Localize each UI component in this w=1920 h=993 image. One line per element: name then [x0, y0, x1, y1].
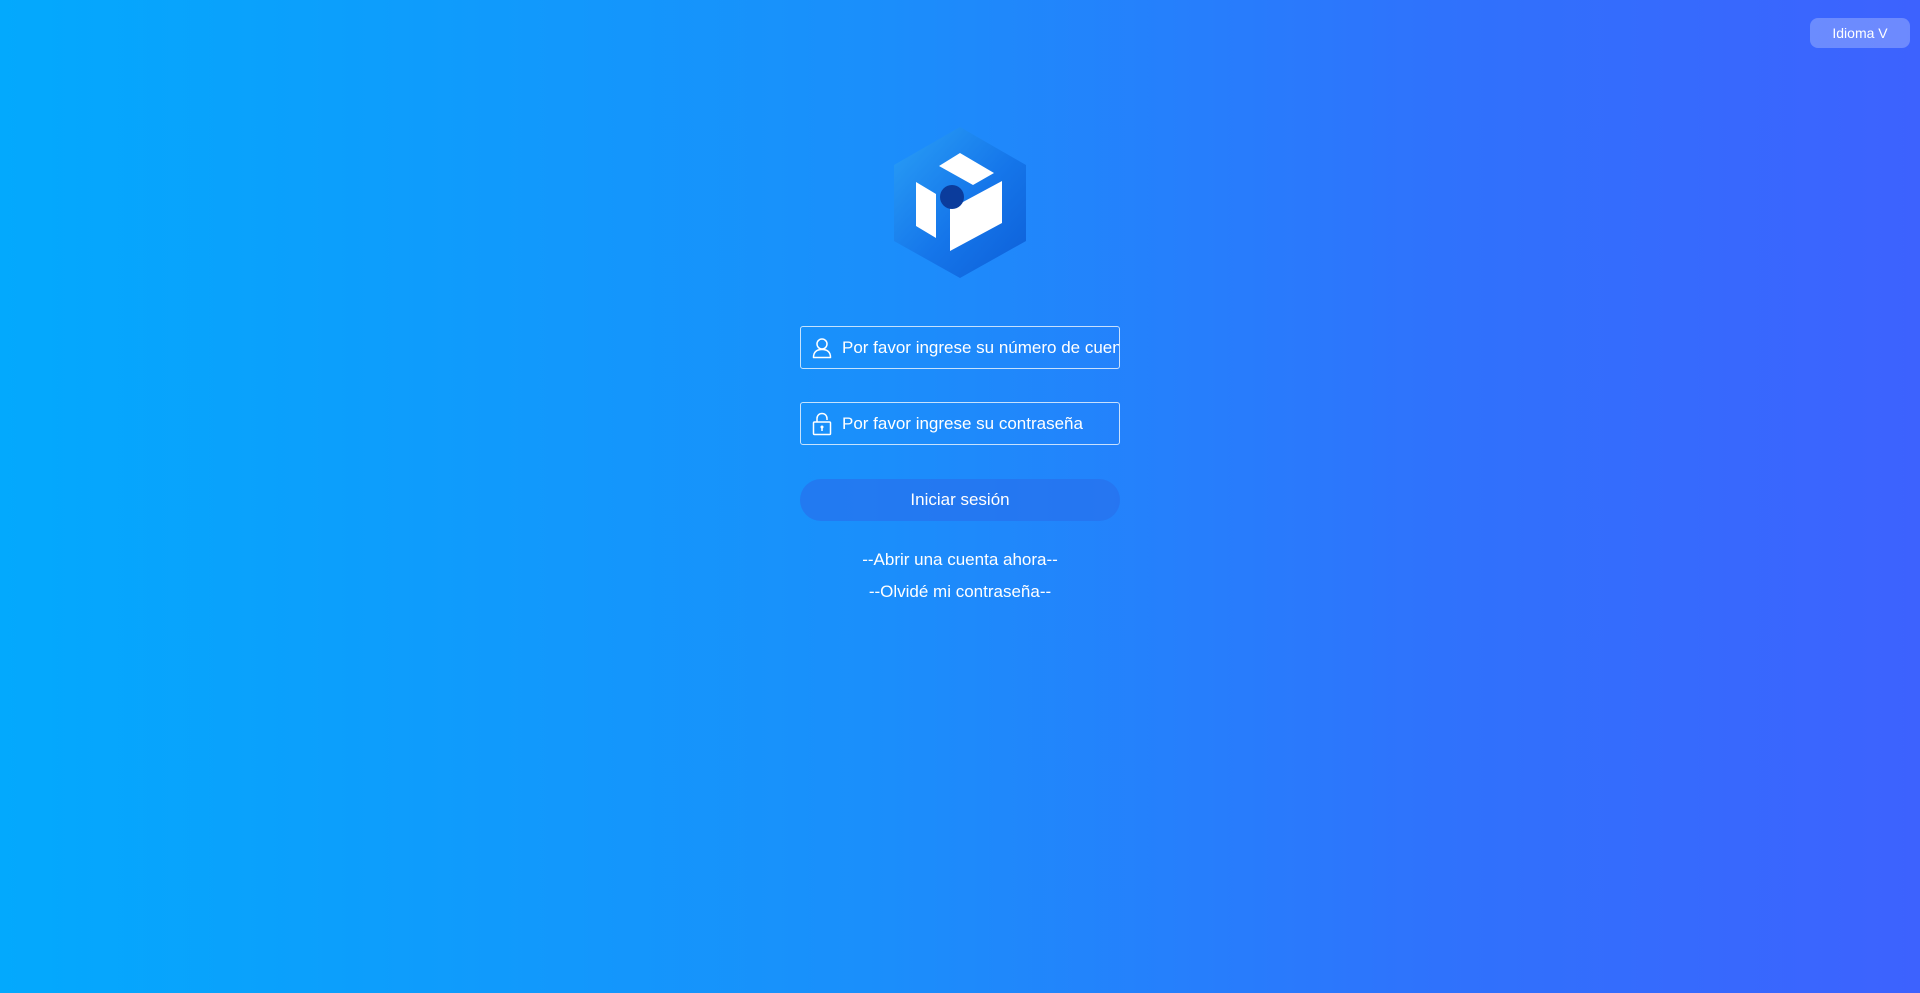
logo-dot: [940, 185, 964, 209]
account-field[interactable]: [800, 326, 1120, 369]
forgot-password-link[interactable]: --Olvidé mi contraseña--: [800, 582, 1120, 602]
login-button[interactable]: Iniciar sesión: [800, 479, 1120, 521]
account-input[interactable]: [842, 337, 1119, 358]
lock-icon: [811, 412, 833, 436]
open-account-link[interactable]: --Abrir una cuenta ahora--: [800, 550, 1120, 570]
language-button[interactable]: Idioma V: [1810, 18, 1910, 48]
password-field[interactable]: [800, 402, 1120, 445]
password-input[interactable]: [842, 413, 1119, 434]
logo: [894, 127, 1026, 278]
user-icon: [811, 336, 833, 360]
